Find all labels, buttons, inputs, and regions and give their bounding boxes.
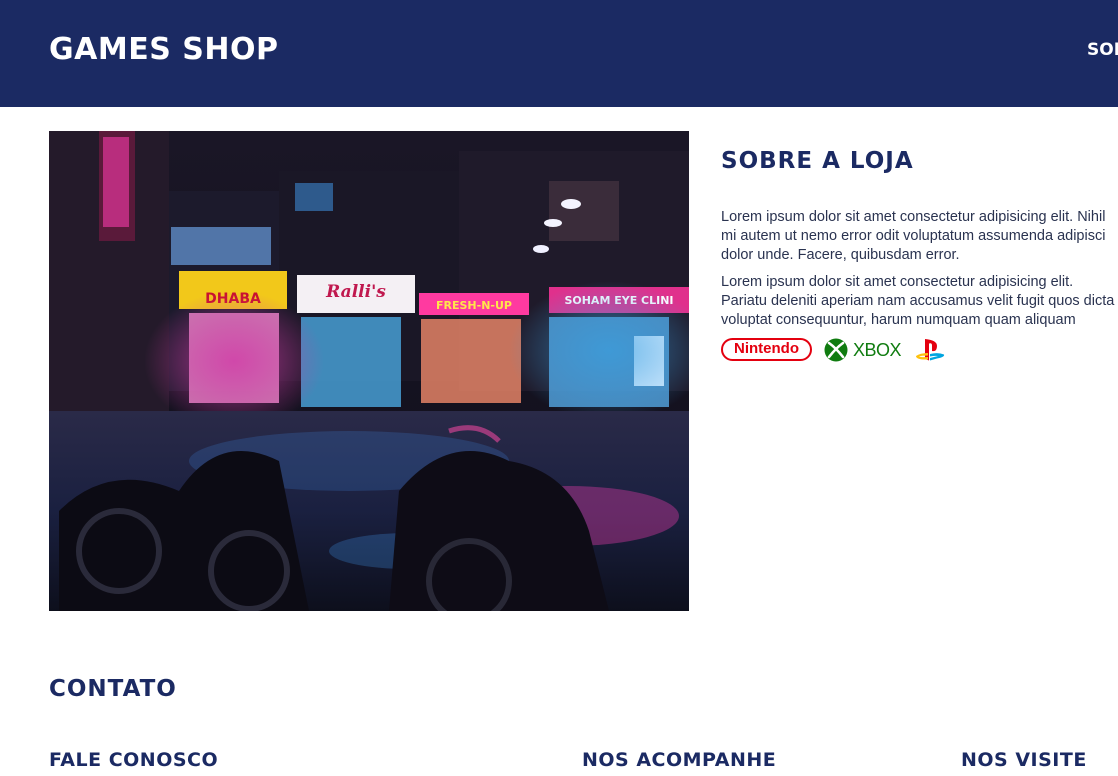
about-paragraph-1: Lorem ipsum dolor sit amet consectetur a… [721,209,1106,263]
nintendo-logo: Nintendo [721,338,812,361]
xbox-icon [824,338,848,362]
playstation-icon [916,339,945,361]
site-header: GAMES SHOP SOB [0,0,1118,107]
xbox-label: XBOX [853,340,902,360]
nav-item-sobre[interactable]: SOB [1087,38,1118,62]
brand-logos: Nintendo XBOX [721,337,1021,363]
contact-title: CONTATO [49,676,177,702]
contact-col-nos-visite: NOS VISITE [961,749,1087,771]
contact-col-fale-conosco: FALE CONOSCO [49,749,219,771]
store-photo: DHABA Ralli's FRESH-N-UP SOHAM EYE CLINI [49,131,689,611]
about-title: SOBRE A LOJA [721,148,914,174]
contact-col-nos-acompanhe: NOS ACOMPANHE [582,749,777,771]
svg-text:FRESH-N-UP: FRESH-N-UP [436,299,512,312]
about-paragraph-2: Lorem ipsum dolor sit amet consectetur a… [721,274,1115,328]
site-logo[interactable]: GAMES SHOP [49,30,278,70]
xbox-logo: XBOX [824,338,906,362]
svg-text:Ralli's: Ralli's [325,282,386,302]
